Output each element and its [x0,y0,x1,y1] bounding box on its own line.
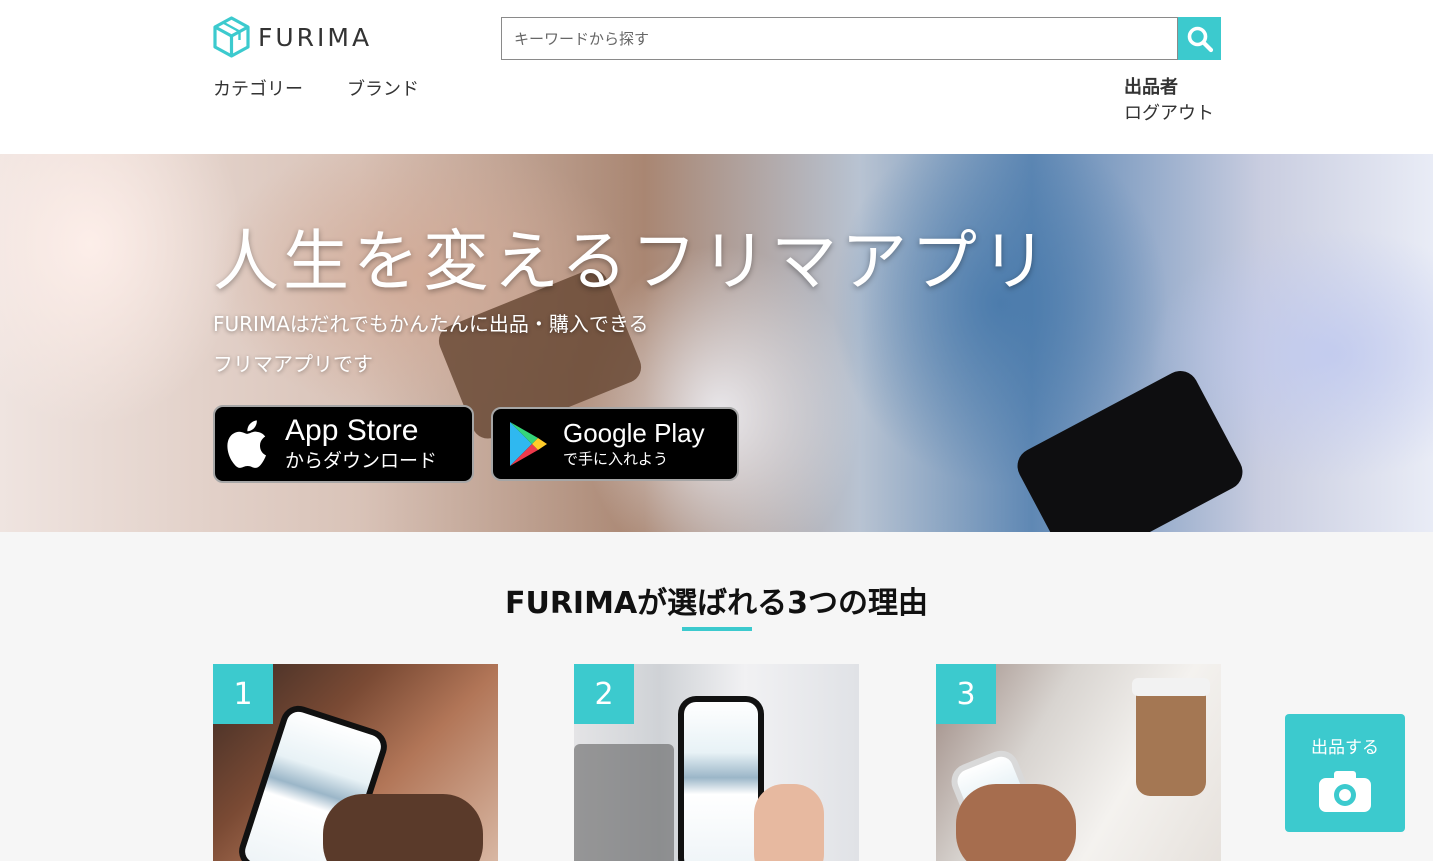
search-icon [1187,26,1213,52]
app-store-button[interactable]: App Store からダウンロード [213,405,474,483]
reason-photo-hand [956,784,1076,861]
google-play-caption: で手に入れよう [563,450,669,468]
hero-subtitle-line1: FURIMAはだれでもかんたんに出品・購入できる [213,312,649,336]
hero-photo-phone-right [1011,364,1249,532]
reason-photo-tablet [574,744,674,861]
hero-subtitle-line2: フリマアプリです [213,352,373,376]
app-store-caption: からダウンロード [285,450,438,472]
sell-button-label: 出品する [1311,738,1379,758]
hero-title: 人生を変えるフリマアプリ [213,223,1052,300]
reasons-title: FURIMAが選ばれる3つの理由 [504,586,929,621]
search-input[interactable] [501,17,1178,60]
reason-photo-hand [323,794,483,861]
google-play-title: Google Play [563,418,705,448]
user-nav: 出品者 ログアウト [1124,75,1214,127]
camera-icon [1319,771,1371,812]
reason-number-badge: 3 [936,664,996,724]
hero-subtitle: FURIMAはだれでもかんたんに出品・購入できる フリマアプリです [213,304,648,384]
nav-category-link[interactable]: カテゴリー [213,75,303,101]
furima-logo-icon [213,16,250,58]
hero-banner: 人生を変えるフリマアプリ FURIMAはだれでもかんたんに出品・購入できる フリ… [0,154,1433,532]
reason-photo-hand [754,784,824,861]
reason-photo-phone [678,696,764,861]
app-store-title: App Store [285,414,419,447]
reason-card-1: 1 [213,664,498,861]
apple-icon [215,417,285,471]
google-play-icon [493,420,563,468]
reasons-section: FURIMAが選ばれる3つの理由 1 2 3 [0,532,1433,861]
nav-brand-link[interactable]: ブランド [347,75,419,101]
reason-number-badge: 2 [574,664,634,724]
search-form [501,17,1221,60]
reason-photo-coffee-cup [1136,686,1206,796]
sell-button[interactable]: 出品する [1285,714,1405,832]
logo[interactable]: FURIMA [213,16,372,58]
logo-text: FURIMA [258,22,373,52]
site-header: FURIMA カテゴリー ブランド 出品者 ログアウト [0,0,1433,154]
search-button[interactable] [1178,17,1221,60]
reason-card-3: 3 [936,664,1221,861]
logout-link[interactable]: ログアウト [1124,101,1214,127]
google-play-button[interactable]: Google Play で手に入れよう [491,407,739,481]
reason-photo-cup-lid [1132,678,1210,696]
reason-card-2: 2 [574,664,859,861]
seller-link[interactable]: 出品者 [1124,75,1214,101]
category-nav: カテゴリー ブランド [213,75,419,101]
reasons-title-underline [682,627,752,631]
reason-number-badge: 1 [213,664,273,724]
